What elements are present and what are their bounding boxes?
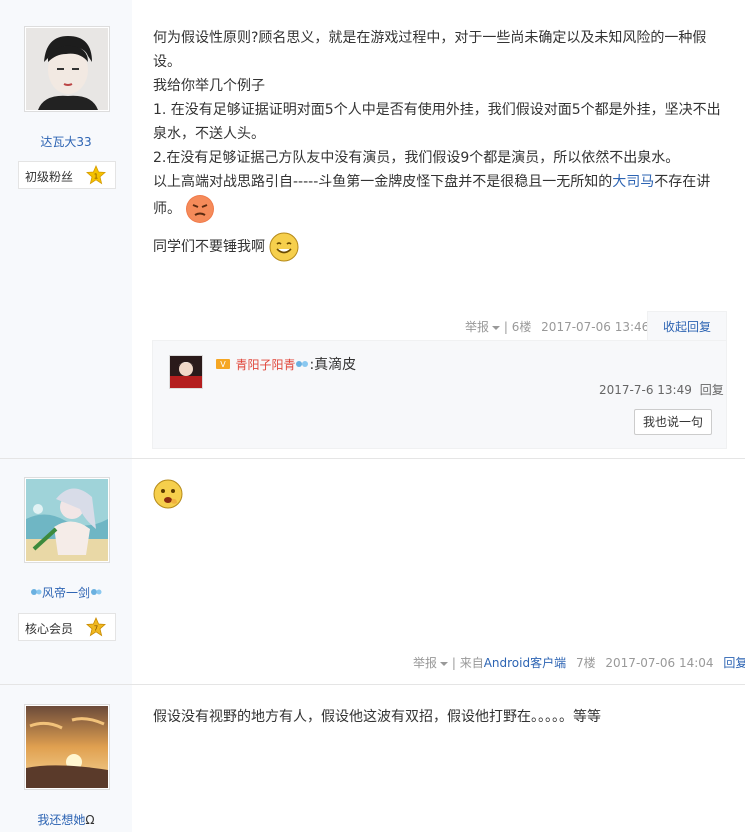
post-body: 假设没有视野的地方有人，假设他这波有双招，假设他打野在。。。。。等等 (153, 705, 723, 729)
post-text: 以上高端对战思路引自-----斗鱼第一金牌皮怪下盘并不是很稳且一无所知的 (153, 174, 613, 190)
username[interactable]: 我还想她 (37, 813, 85, 827)
svg-text:V: V (220, 360, 226, 369)
angry-face-icon (186, 195, 215, 223)
floor-number: 6楼 (511, 320, 532, 334)
say-button-label: 我也说一句 (642, 415, 703, 429)
username[interactable]: 达瓦大33 (0, 133, 132, 150)
username-symbol: Ω (85, 813, 95, 827)
username[interactable]: 风帝一剑 (42, 586, 90, 600)
svg-text:1: 1 (94, 173, 98, 181)
collapse-reply-tab[interactable]: 收起回复 (647, 311, 727, 341)
reply-text: :真滴皮 (309, 357, 357, 373)
say-something-button[interactable]: 我也说一句 (634, 409, 712, 435)
post-line: 2.在没有足够证据己方队友中没有演员，我们假设9个都是演员，所以依然不出泉水。 (153, 150, 680, 166)
post-meta: 举报 | 6楼 2017-07-06 13:46 (465, 320, 650, 334)
username-line: 我还想她Ω (0, 811, 132, 828)
mention-link[interactable]: 大司马 (612, 174, 654, 190)
reply-time: 2017-7-6 13:49 (599, 383, 692, 397)
decoration-icon (296, 361, 309, 367)
post-time: 2017-07-06 14:04 (605, 656, 714, 670)
floor-number: 7楼 (575, 656, 596, 670)
caret-down-icon (492, 325, 501, 330)
user-avatar[interactable] (24, 26, 110, 112)
vip-crown-icon: V (216, 359, 230, 369)
post-line: 以上高端对战思路引自-----斗鱼第一金牌皮怪下盘并不是很稳且一无所知的大司马不… (153, 170, 723, 224)
author-sidebar: 我还想她Ω (0, 685, 132, 832)
reply-box: V 青阳子阳青 :真滴皮 2017-7-6 13:49 回复 我也说一句 (152, 340, 727, 449)
user-avatar[interactable] (24, 477, 110, 563)
decoration-icon (91, 589, 102, 595)
source-link[interactable]: Android客户端 (484, 656, 566, 670)
post-line: 假设没有视野的地方有人，假设他这波有双招，假设他打野在。。。。。等等 (153, 709, 601, 725)
post-line: 1. 在没有足够证据证明对面5个人中是否有使用外挂，我们假设对面5个都是外挂，坚… (153, 102, 721, 142)
level-star-icon: 1 (86, 165, 106, 185)
svg-text:7: 7 (94, 625, 98, 633)
reply-avatar[interactable] (169, 355, 203, 389)
report-link[interactable]: 举报 (465, 320, 501, 334)
level-badge[interactable]: 初级粉丝 1 (18, 161, 116, 189)
post-body: 何为假设性原则?顾名思义，就是在游戏过程中，对于一些尚未确定以及未知风险的一种假… (153, 26, 723, 262)
caret-down-icon (440, 661, 449, 666)
reply-username[interactable]: 青阳子阳青 (235, 358, 295, 372)
level-label: 初级粉丝 (25, 170, 74, 184)
post-line: 同学们不要锤我啊 (153, 232, 723, 262)
level-badge[interactable]: 核心会员 7 (18, 613, 116, 641)
post-meta: 举报 | 来自Android客户端 7楼 2017-07-06 14:04 回复 (413, 654, 745, 671)
reply-to-button[interactable]: 回复 (700, 383, 724, 397)
author-sidebar: 达瓦大33 初级粉丝 1 (0, 0, 132, 458)
post-floor-8: 我还想她Ω 假设没有视野的地方有人，假设他这波有双招，假设他打野在。。。。。等等 (0, 685, 745, 832)
post-text: 同学们不要锤我啊 (153, 239, 265, 255)
post-time: 2017-07-06 13:46 (541, 320, 650, 334)
level-star-icon: 7 (86, 617, 106, 637)
report-link[interactable]: 举报 (413, 656, 449, 670)
reply-button[interactable]: 回复 (723, 656, 745, 670)
post-floor-6: 达瓦大33 初级粉丝 1 何为假设性原则?顾名思义，就是在游戏过程中，对于一些尚… (0, 0, 745, 458)
reply-line: V 青阳子阳青 :真滴皮 (215, 355, 356, 375)
post-line: 我给你举几个例子 (153, 78, 265, 94)
surprised-face-icon (153, 479, 183, 509)
decoration-icon (30, 589, 42, 595)
collapse-label: 收起回复 (662, 320, 711, 334)
post-line: 何为假设性原则?顾名思义，就是在游戏过程中，对于一些尚未确定以及未知风险的一种假… (153, 30, 707, 70)
smile-face-icon (269, 232, 299, 262)
source-label: | 来自 (451, 656, 484, 670)
reply-meta: 2017-7-6 13:49 回复 (599, 381, 724, 398)
user-avatar[interactable] (24, 704, 110, 790)
level-label: 核心会员 (25, 622, 74, 636)
author-sidebar: 风帝一剑 核心会员 7 (0, 459, 132, 684)
post-floor-7: 风帝一剑 核心会员 7 举报 | 来自Android客户端 7楼 2017-07… (0, 459, 745, 684)
username-line: 风帝一剑 (0, 584, 132, 601)
